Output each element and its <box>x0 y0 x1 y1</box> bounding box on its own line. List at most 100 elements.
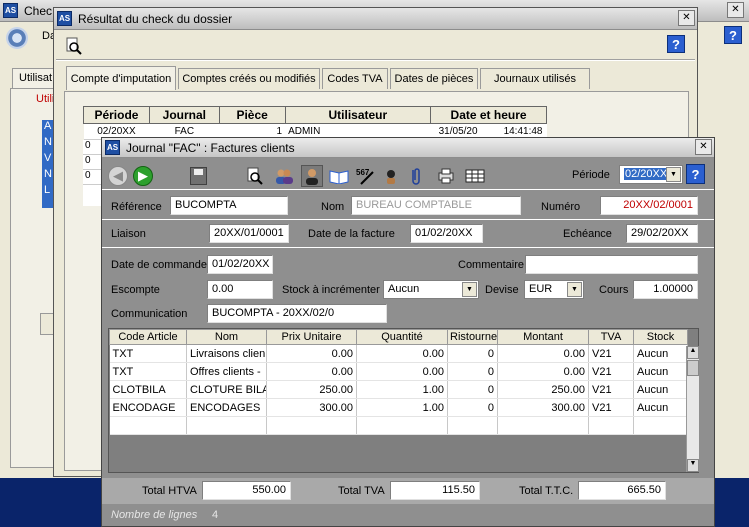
col-montant[interactable]: Montant <box>497 329 589 345</box>
cell-tva: V21 <box>588 380 634 399</box>
journal-window-titlebar: AS Journal "FAC" : Factures clients ✕ <box>102 138 714 158</box>
date-commande-label: Date de commande <box>111 259 207 271</box>
col-quantite[interactable]: Quantité <box>356 329 448 345</box>
paperclip-icon[interactable] <box>408 166 424 186</box>
search-icon[interactable] <box>64 36 84 56</box>
app-logo-icon: AS <box>57 11 72 26</box>
echeance-label: Echéance <box>563 228 612 240</box>
col-journal[interactable]: Journal <box>148 106 220 124</box>
cell-stock: Aucun <box>633 398 688 417</box>
nom-field[interactable]: BUREAU COMPTABLE <box>351 196 521 215</box>
escompte-label: Escompte <box>111 284 160 296</box>
echeance-field[interactable]: 29/02/20XX <box>626 224 698 243</box>
cell-tva: V21 <box>588 398 634 417</box>
chevron-down-icon[interactable]: ▼ <box>567 282 582 297</box>
app-logo-icon: AS <box>3 3 18 18</box>
col-stock[interactable]: Stock <box>633 329 688 345</box>
result-table-header: Période Journal Pièce Utilisateur Date e… <box>83 106 547 124</box>
user-icon[interactable] <box>301 165 323 187</box>
scroll-up-icon[interactable]: ▲ <box>687 346 699 359</box>
numero-label: Numéro <box>541 201 581 213</box>
person-search-icon[interactable] <box>382 166 402 186</box>
cell-stock: Aucun <box>633 362 688 381</box>
tab-codes-tva[interactable]: Codes TVA <box>322 68 388 89</box>
numero-field[interactable]: 20XX/02/0001 <box>600 196 698 215</box>
calculator-pen-icon[interactable]: 567 <box>355 166 375 186</box>
date-commande-field[interactable]: 01/02/20XX <box>207 255 273 274</box>
devise-select[interactable]: EUR ▼ <box>524 280 584 299</box>
cell-tva: V21 <box>588 362 634 381</box>
bg-close-icon[interactable]: ✕ <box>727 2 744 18</box>
liaison-field[interactable]: 20XX/01/0001 <box>209 224 289 243</box>
cell-code: CLOTBILA <box>109 380 187 399</box>
col-piece[interactable]: Pièce <box>218 106 286 124</box>
table-row[interactable]: TXT Livraisons clien 0.00 0.00 0 0.00 V2… <box>109 344 688 363</box>
stock-select[interactable]: Aucun ▼ <box>383 280 479 299</box>
col-prix-unitaire[interactable]: Prix Unitaire <box>266 329 357 345</box>
table-row[interactable]: TXT Offres clients - 0.00 0.00 0 0.00 V2… <box>109 362 688 381</box>
table-row-empty[interactable] <box>109 416 688 435</box>
invoice-lines-table: Code Article Nom Prix Unitaire Quantité … <box>109 329 688 435</box>
scroll-thumb[interactable] <box>687 360 699 376</box>
scroll-down-icon[interactable]: ▼ <box>687 459 699 472</box>
journal-help-button[interactable]: ? <box>686 164 705 184</box>
invoice-lines-grid: Code Article Nom Prix Unitaire Quantité … <box>108 328 699 473</box>
cell-stock: Aucun <box>633 380 688 399</box>
communication-label: Communication <box>111 308 188 320</box>
result-close-icon[interactable]: ✕ <box>678 10 695 26</box>
search-icon[interactable] <box>245 166 265 186</box>
forward-arrow-icon[interactable]: ▶ <box>133 166 153 186</box>
header-separator <box>102 219 714 220</box>
col-code-article[interactable]: Code Article <box>109 329 187 345</box>
book-icon[interactable] <box>329 168 349 185</box>
empty-cell <box>497 416 589 435</box>
users-icon[interactable] <box>274 166 294 186</box>
tab-journaux-utilises[interactable]: Journaux utilisés <box>480 68 590 89</box>
result-help-button[interactable]: ? <box>667 35 685 53</box>
table-row[interactable]: ENCODAGE ENCODAGES 300.00 1.00 0 300.00 … <box>109 398 688 417</box>
cell-montant: 0.00 <box>497 344 589 363</box>
gear-icon[interactable] <box>6 27 28 49</box>
cell-nom: CLOTURE BILA <box>186 380 267 399</box>
date-facture-field[interactable]: 01/02/20XX <box>410 224 483 243</box>
col-ristourne[interactable]: Ristourne <box>447 329 498 345</box>
save-icon[interactable] <box>190 167 207 185</box>
periode-select[interactable]: 02/20XX ▼ <box>619 165 683 184</box>
printer-icon[interactable] <box>436 167 456 185</box>
journal-close-icon[interactable]: ✕ <box>695 139 712 155</box>
tab-dates-pieces[interactable]: Dates de pièces <box>390 68 478 89</box>
table-row[interactable]: CLOTBILA CLOTURE BILA 250.00 1.00 0 250.… <box>109 380 688 399</box>
bg-help-button[interactable]: ? <box>724 26 742 44</box>
result-table: Période Journal Pièce Utilisateur Date e… <box>83 106 547 140</box>
bg-group-label: Utili <box>36 93 55 105</box>
chevron-down-icon[interactable]: ▼ <box>462 282 477 297</box>
nombre-lignes-value: 4 <box>212 509 219 521</box>
cell-nom: Livraisons clien <box>186 344 267 363</box>
escompte-field[interactable]: 0.00 <box>207 280 273 299</box>
col-date-heure[interactable]: Date et heure <box>430 106 547 124</box>
chevron-down-icon[interactable]: ▼ <box>666 167 681 182</box>
cell-quantite: 1.00 <box>356 398 448 417</box>
bg-tab-utilisateurs[interactable]: Utilisat <box>12 68 56 88</box>
empty-cell <box>109 416 187 435</box>
cours-field[interactable]: 1.00000 <box>633 280 698 299</box>
tab-compte-imputation[interactable]: Compte d'imputation <box>66 66 176 90</box>
stock-select-value: Aucun <box>388 283 420 295</box>
result-window-titlebar: AS Résultat du check du dossier ✕ <box>54 8 697 30</box>
col-tva[interactable]: TVA <box>588 329 634 345</box>
communication-field[interactable]: BUCOMPTA - 20XX/02/0 <box>207 304 387 323</box>
col-utilisateur[interactable]: Utilisateur <box>284 106 432 124</box>
cours-label: Cours <box>599 284 629 296</box>
commentaire-field[interactable] <box>525 255 698 274</box>
total-ttc-field: 665.50 <box>578 481 666 500</box>
bg-button[interactable] <box>40 313 54 335</box>
tab-comptes-crees[interactable]: Comptes créés ou modifiés <box>178 68 320 89</box>
grid-scrollbar[interactable]: ▲ ▼ <box>686 346 699 472</box>
col-nom[interactable]: Nom <box>186 329 267 345</box>
reference-field[interactable]: BUCOMPTA <box>170 196 288 215</box>
grid-header: Code Article Nom Prix Unitaire Quantité … <box>109 329 688 345</box>
col-periode[interactable]: Période <box>83 106 150 124</box>
grid-settings-icon[interactable] <box>464 167 486 185</box>
back-arrow-icon[interactable]: ◀ <box>108 166 128 186</box>
cell-ristourne: 0 <box>447 380 498 399</box>
